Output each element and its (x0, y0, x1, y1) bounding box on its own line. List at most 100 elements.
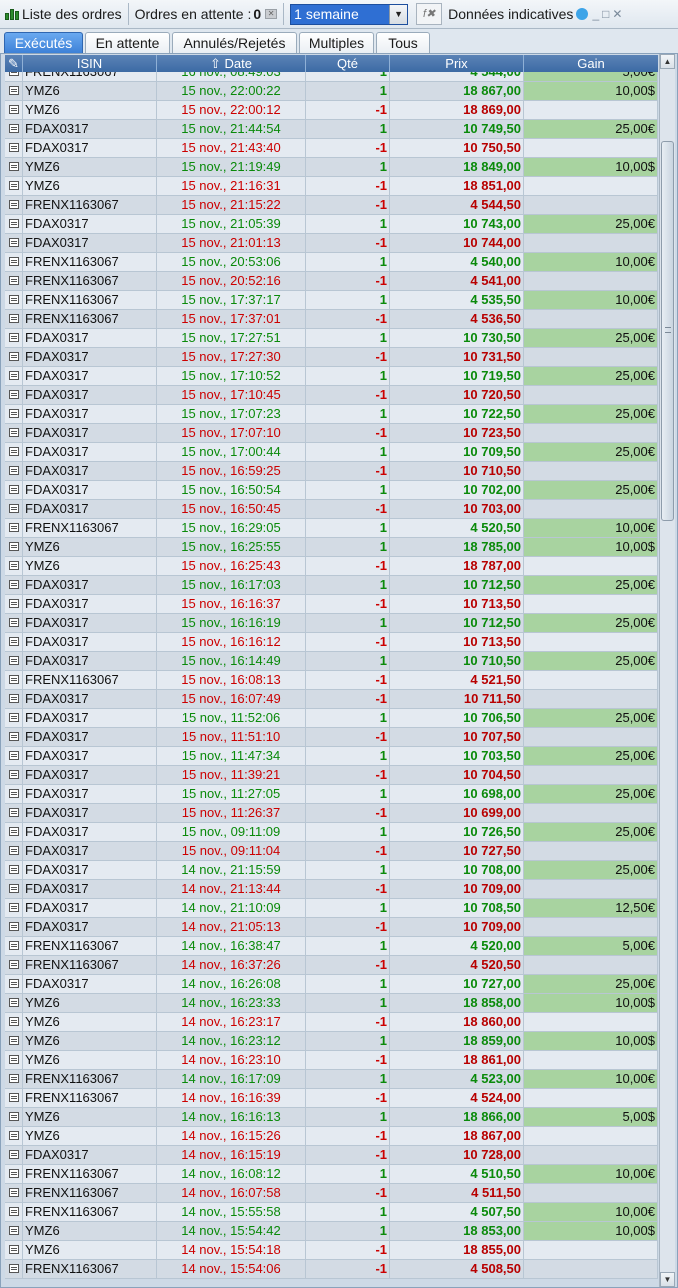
order-detail-icon[interactable] (5, 1146, 23, 1164)
order-detail-icon[interactable] (5, 861, 23, 879)
close-icon[interactable]: ✕ (612, 7, 622, 21)
column-date[interactable]: ⇧ Date (157, 55, 306, 72)
table-row[interactable]: FRENX1163067 14 nov., 16:07:58 -1 4 511,50 (5, 1184, 658, 1203)
order-detail-icon[interactable] (5, 880, 23, 898)
order-detail-icon[interactable] (5, 1241, 23, 1259)
table-row[interactable]: FRENX1163067 14 nov., 16:37:26 -1 4 520,50 (5, 956, 658, 975)
order-detail-icon[interactable] (5, 728, 23, 746)
order-detail-icon[interactable] (5, 215, 23, 233)
table-row[interactable]: YMZ6 14 nov., 16:23:17 -1 18 860,00 (5, 1013, 658, 1032)
table-row[interactable]: FRENX1163067 14 nov., 16:17:09 1 4 523,00 10… (5, 1070, 658, 1089)
order-detail-icon[interactable] (5, 1260, 23, 1278)
order-detail-icon[interactable] (5, 348, 23, 366)
table-row[interactable]: FDAX0317 15 nov., 17:27:30 -1 10 731,50 (5, 348, 658, 367)
tab-annules-rejetes[interactable]: Annulés/Rejetés (172, 32, 297, 54)
tab-en-attente[interactable]: En attente (85, 32, 170, 54)
table-row[interactable]: FDAX0317 15 nov., 16:50:54 1 10 702,00 25,00… (5, 481, 658, 500)
order-detail-icon[interactable] (5, 101, 23, 119)
order-detail-icon[interactable] (5, 1089, 23, 1107)
order-detail-icon[interactable] (5, 139, 23, 157)
chevron-down-icon[interactable]: ▼ (389, 4, 408, 24)
table-row[interactable]: FDAX0317 14 nov., 21:10:09 1 10 708,50 12,50… (5, 899, 658, 918)
pending-orders-icon[interactable]: ✕ (265, 9, 278, 19)
order-detail-icon[interactable] (5, 595, 23, 613)
table-row[interactable]: FDAX0317 15 nov., 17:27:51 1 10 730,50 25,00… (5, 329, 658, 348)
order-detail-icon[interactable] (5, 500, 23, 518)
table-row[interactable]: FRENX1163067 15 nov., 21:15:22 -1 4 544,50 (5, 196, 658, 215)
table-row[interactable]: FDAX0317 15 nov., 16:16:37 -1 10 713,50 (5, 595, 658, 614)
table-row[interactable]: FDAX0317 15 nov., 21:01:13 -1 10 744,00 (5, 234, 658, 253)
table-row[interactable]: FDAX0317 15 nov., 09:11:09 1 10 726,50 25,00… (5, 823, 658, 842)
table-row[interactable]: FDAX0317 15 nov., 17:10:45 -1 10 720,50 (5, 386, 658, 405)
table-row[interactable]: YMZ6 14 nov., 16:23:12 1 18 859,00 10,00$ (5, 1032, 658, 1051)
order-detail-icon[interactable] (5, 367, 23, 385)
table-row[interactable]: YMZ6 15 nov., 16:25:55 1 18 785,00 10,00$ (5, 538, 658, 557)
order-detail-icon[interactable] (5, 1127, 23, 1145)
column-isin[interactable]: ISIN (23, 55, 157, 72)
table-row[interactable]: FDAX0317 15 nov., 11:52:06 1 10 706,50 25,00… (5, 709, 658, 728)
order-detail-icon[interactable] (5, 956, 23, 974)
table-row[interactable]: FDAX0317 15 nov., 16:59:25 -1 10 710,50 (5, 462, 658, 481)
table-row[interactable]: FRENX1163067 15 nov., 20:52:16 -1 4 541,00 (5, 272, 658, 291)
order-detail-icon[interactable] (5, 709, 23, 727)
table-row[interactable]: FRENX1163067 15 nov., 16:29:05 1 4 520,50 10… (5, 519, 658, 538)
scroll-thumb[interactable] (661, 141, 674, 521)
scroll-down-button[interactable]: ▼ (660, 1272, 675, 1287)
order-detail-icon[interactable] (5, 918, 23, 936)
table-row[interactable]: FDAX0317 15 nov., 17:07:23 1 10 722,50 25,00… (5, 405, 658, 424)
table-row[interactable]: FDAX0317 15 nov., 11:47:34 1 10 703,50 25,00… (5, 747, 658, 766)
table-row[interactable]: YMZ6 15 nov., 21:16:31 -1 18 851,00 (5, 177, 658, 196)
order-detail-icon[interactable] (5, 804, 23, 822)
order-detail-icon[interactable] (5, 842, 23, 860)
table-row[interactable]: FRENX1163067 14 nov., 15:54:06 -1 4 508,50 (5, 1260, 658, 1279)
table-row[interactable]: FDAX0317 15 nov., 16:16:19 1 10 712,50 25,00… (5, 614, 658, 633)
order-detail-icon[interactable] (5, 177, 23, 195)
table-row[interactable]: FRENX1163067 15 nov., 17:37:01 -1 4 536,50 (5, 310, 658, 329)
order-detail-icon[interactable] (5, 785, 23, 803)
order-detail-icon[interactable] (5, 652, 23, 670)
order-detail-icon[interactable] (5, 120, 23, 138)
column-gain[interactable]: Gain (524, 55, 658, 72)
order-detail-icon[interactable] (5, 291, 23, 309)
tab-multiples[interactable]: Multiples (299, 32, 374, 54)
order-detail-icon[interactable] (5, 671, 23, 689)
table-row[interactable]: YMZ6 15 nov., 22:00:22 1 18 867,00 10,00$ (5, 82, 658, 101)
table-row[interactable]: FDAX0317 14 nov., 16:26:08 1 10 727,00 25,00… (5, 975, 658, 994)
order-detail-icon[interactable] (5, 443, 23, 461)
table-row[interactable]: FDAX0317 14 nov., 21:15:59 1 10 708,00 25,00… (5, 861, 658, 880)
table-row[interactable]: FDAX0317 15 nov., 21:43:40 -1 10 750,50 (5, 139, 658, 158)
table-row[interactable]: FDAX0317 15 nov., 16:14:49 1 10 710,50 25,00… (5, 652, 658, 671)
table-row[interactable]: FRENX1163067 15 nov., 20:53:06 1 4 540,00 10… (5, 253, 658, 272)
vertical-scrollbar[interactable]: ▲ ▼ (659, 54, 675, 1287)
table-row[interactable]: FDAX0317 15 nov., 17:07:10 -1 10 723,50 (5, 424, 658, 443)
table-row[interactable]: FDAX0317 14 nov., 16:15:19 -1 10 728,00 (5, 1146, 658, 1165)
order-detail-icon[interactable] (5, 747, 23, 765)
table-row[interactable]: FDAX0317 15 nov., 11:51:10 -1 10 707,50 (5, 728, 658, 747)
table-row[interactable]: YMZ6 15 nov., 21:19:49 1 18 849,00 10,00$ (5, 158, 658, 177)
table-row[interactable]: YMZ6 14 nov., 16:16:13 1 18 866,00 5,00$ (5, 1108, 658, 1127)
order-detail-icon[interactable] (5, 272, 23, 290)
order-detail-icon[interactable] (5, 690, 23, 708)
table-row[interactable]: FRENX1163067 14 nov., 16:08:12 1 4 510,50 10… (5, 1165, 658, 1184)
order-detail-icon[interactable] (5, 234, 23, 252)
table-row[interactable]: FDAX0317 15 nov., 16:17:03 1 10 712,50 25,00… (5, 576, 658, 595)
order-detail-icon[interactable] (5, 329, 23, 347)
maximize-icon[interactable]: □ (602, 7, 609, 21)
order-detail-icon[interactable] (5, 253, 23, 271)
order-detail-icon[interactable] (5, 614, 23, 632)
table-row[interactable]: YMZ6 15 nov., 16:25:43 -1 18 787,00 (5, 557, 658, 576)
table-row[interactable]: FRENX1163067 15 nov., 17:37:17 1 4 535,50 10… (5, 291, 658, 310)
column-price[interactable]: Prix (390, 55, 524, 72)
tab-tous[interactable]: Tous (376, 32, 430, 54)
table-row[interactable]: FRENX1163067 14 nov., 15:55:58 1 4 507,50 10… (5, 1203, 658, 1222)
table-row[interactable]: FRENX1163067 14 nov., 16:38:47 1 4 520,00 5,… (5, 937, 658, 956)
table-row[interactable]: FDAX0317 15 nov., 11:27:05 1 10 698,00 25,00… (5, 785, 658, 804)
table-row[interactable]: FRENX1163067 15 nov., 16:08:13 -1 4 521,50 (5, 671, 658, 690)
column-qty[interactable]: Qté (306, 55, 390, 72)
order-detail-icon[interactable] (5, 538, 23, 556)
order-detail-icon[interactable] (5, 766, 23, 784)
table-row[interactable]: FDAX0317 15 nov., 09:11:04 -1 10 727,50 (5, 842, 658, 861)
order-detail-icon[interactable] (5, 1165, 23, 1183)
table-row[interactable]: YMZ6 15 nov., 22:00:12 -1 18 869,00 (5, 101, 658, 120)
table-row[interactable]: FRENX1163067 14 nov., 16:16:39 -1 4 524,00 (5, 1089, 658, 1108)
